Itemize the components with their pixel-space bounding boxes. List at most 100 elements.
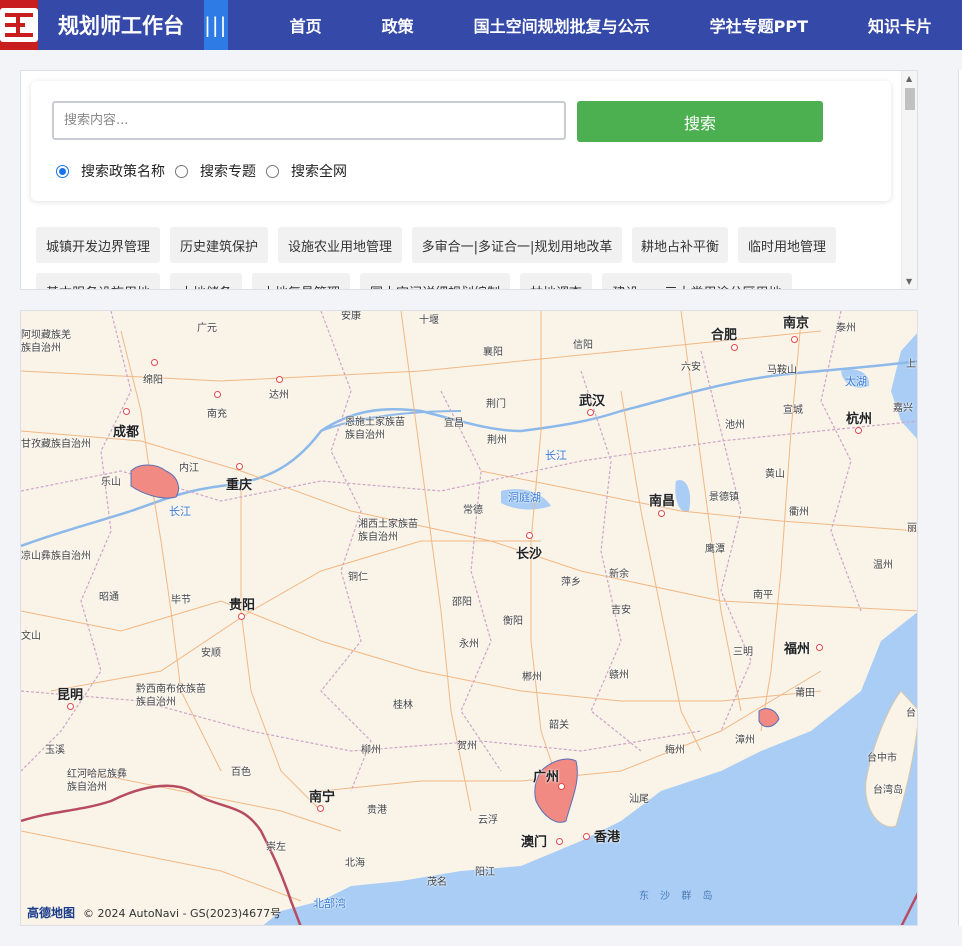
- map-city-label: 赣州: [609, 670, 629, 681]
- map-view[interactable]: 成都 重庆 贵阳 昆明 南宁 长沙 武汉 南昌 福州 杭州 合肥 南京 广州 澳…: [20, 310, 918, 926]
- city-marker-icon: [276, 376, 283, 383]
- map-copyright: © 2024 AutoNavi - GS(2023)4677号: [83, 906, 282, 920]
- map-city-label: 桂林: [393, 700, 413, 711]
- scroll-thumb[interactable]: [905, 88, 915, 110]
- scroll-down-icon[interactable]: ▼: [906, 277, 912, 286]
- map-water-label: 洞庭湖: [508, 491, 541, 504]
- city-marker-icon: [583, 833, 590, 840]
- app-logo[interactable]: [0, 0, 38, 50]
- radio-checked-icon[interactable]: [56, 164, 69, 178]
- top-navbar: 规划师工作台 ||| 首页 政策 国土空间规划批复与公示 学社专题PPT 知识卡…: [0, 0, 962, 50]
- city-marker-icon: [214, 391, 221, 398]
- map-city-label: 贵港: [367, 805, 387, 816]
- map-city-label: 长沙: [516, 547, 543, 562]
- tag-item[interactable]: 临时用地管理: [738, 227, 836, 263]
- map-city-label: 北海: [345, 858, 365, 869]
- radio-policy-name[interactable]: 搜索政策名称: [56, 161, 165, 181]
- map-city-label: 永州: [459, 639, 479, 650]
- map-city-label: 贺州: [457, 741, 477, 752]
- city-marker-icon: [791, 336, 798, 343]
- menu-icon[interactable]: |||: [204, 0, 228, 50]
- tag-item[interactable]: 建设——三大类用途分区用地: [602, 273, 792, 289]
- map-city-label: 三明: [733, 647, 753, 658]
- tag-item[interactable]: 基本服务设施用地: [36, 273, 160, 289]
- map-city-label: 武汉: [579, 394, 606, 409]
- map-city-label: 荆州: [487, 435, 507, 446]
- map-city-label: 莆田: [795, 688, 815, 699]
- nav-planning-approval[interactable]: 国土空间规划批复与公示: [444, 13, 680, 37]
- city-marker-icon: [238, 613, 245, 620]
- search-mode-group: 搜索政策名称 搜索专题 搜索全网: [56, 161, 357, 181]
- map-city-label: 泰州: [836, 323, 856, 334]
- nav-knowledge-cards[interactable]: 知识卡片: [838, 13, 962, 37]
- tag-item[interactable]: 城镇开发边界管理: [36, 227, 160, 263]
- map-city-label: 衡阳: [503, 616, 523, 627]
- map-city-label: 内江: [179, 463, 199, 474]
- map-city-label: 台中市: [867, 753, 897, 764]
- tag-item[interactable]: 国土空间详细规划编制: [360, 273, 510, 289]
- map-city-label: 安康: [341, 311, 361, 322]
- map-water-label: 长江: [545, 449, 567, 462]
- radio-unchecked-icon[interactable]: [175, 164, 188, 178]
- tag-item[interactable]: 多审合一|多证合一|规划用地改革: [412, 227, 622, 263]
- map-city-label: 毕节: [171, 595, 191, 606]
- city-marker-icon: [556, 838, 563, 845]
- map-city-label: 南平: [753, 590, 773, 601]
- map-city-label: 茂名: [427, 877, 447, 888]
- map-city-label: 宜昌: [444, 418, 464, 429]
- map-water-label: 太湖: [845, 375, 867, 388]
- tag-item[interactable]: 设施农业用地管理: [278, 227, 402, 263]
- city-marker-icon: [855, 427, 862, 434]
- map-city-label: 阿坝藏族羌族自治州: [21, 330, 71, 354]
- tag-item[interactable]: 耕地占补平衡: [632, 227, 728, 263]
- map-city-label: 信阳: [573, 340, 593, 351]
- map-city-label: 池州: [725, 420, 745, 431]
- map-water-label: 长江: [169, 505, 191, 518]
- nav-ppt[interactable]: 学社专题PPT: [680, 13, 838, 37]
- tag-item[interactable]: 历史建筑保护: [170, 227, 268, 263]
- city-marker-icon: [236, 463, 243, 470]
- map-city-label: 阳江: [475, 867, 495, 878]
- logo-icon: [0, 8, 38, 42]
- tag-item[interactable]: 林地调查: [520, 273, 592, 289]
- map-city-label: 绵阳: [143, 375, 163, 386]
- radio-topic[interactable]: 搜索专题: [175, 161, 256, 181]
- panel-scrollbar[interactable]: ▲ ▼: [901, 71, 917, 289]
- map-city-label: 韶关: [549, 720, 569, 731]
- radio-web[interactable]: 搜索全网: [266, 161, 347, 181]
- app-title[interactable]: 规划师工作台: [38, 10, 204, 40]
- map-city-label: 邵阳: [452, 597, 472, 608]
- map-city-label: 温州: [873, 560, 893, 571]
- tag-item[interactable]: 土地储备: [170, 273, 242, 289]
- map-city-label: 合肥: [711, 328, 738, 343]
- map-city-label: 红河哈尼族彝族自治州: [67, 769, 127, 793]
- nav-home[interactable]: 首页: [228, 13, 352, 37]
- search-button[interactable]: 搜索: [577, 101, 823, 142]
- map-city-label: 昭通: [99, 592, 119, 603]
- amap-logo-icon[interactable]: 高德地图: [27, 904, 75, 921]
- map-city-label: 鹰潭: [705, 544, 725, 555]
- map-city-label: 铜仁: [348, 572, 368, 583]
- map-city-label: 马鞍山: [767, 365, 797, 376]
- nav-policy[interactable]: 政策: [352, 13, 444, 37]
- search-input[interactable]: [52, 101, 566, 140]
- city-marker-icon: [731, 344, 738, 351]
- map-city-label: 贵阳: [229, 598, 256, 613]
- map-city-label: 香港: [594, 830, 621, 845]
- map-attribution: 高德地图 © 2024 AutoNavi - GS(2023)4677号: [27, 904, 281, 921]
- map-city-label: 福州: [784, 642, 811, 657]
- map-city-label: 南充: [207, 409, 227, 420]
- scroll-up-icon[interactable]: ▲: [906, 74, 912, 83]
- tag-item[interactable]: 土地复垦管理: [252, 273, 350, 289]
- map-city-label: 南京: [783, 316, 810, 331]
- radio-unchecked-icon[interactable]: [266, 164, 279, 178]
- map-city-label: 襄阳: [483, 347, 503, 358]
- map-city-label: 常德: [463, 505, 483, 516]
- map-city-label: 广州: [533, 770, 560, 785]
- map-city-label: 安顺: [201, 648, 221, 659]
- map-city-label: 汕尾: [629, 794, 649, 805]
- map-city-label: 丽水: [907, 523, 917, 534]
- map-city-label: 六安: [681, 362, 701, 373]
- map-city-label: 台湾岛: [873, 785, 903, 796]
- map-city-label: 凉山彝族自治州: [21, 551, 91, 562]
